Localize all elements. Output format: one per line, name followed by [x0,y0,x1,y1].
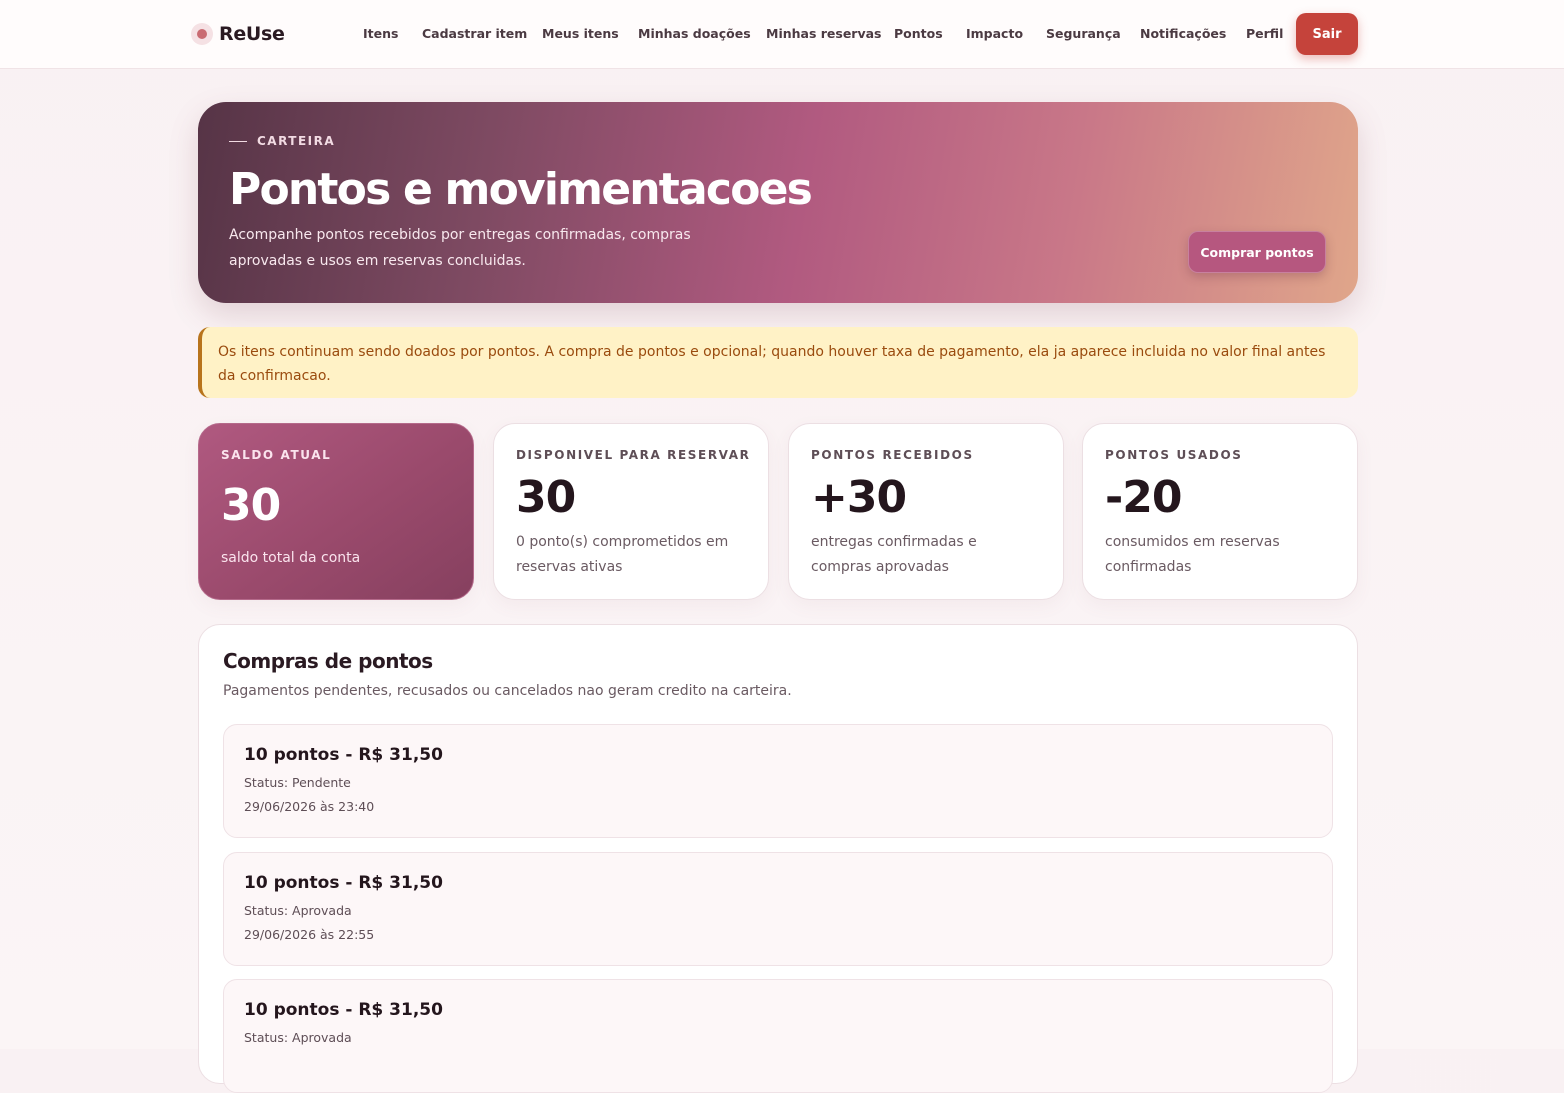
hero-eyebrow-text: CARTEIRA [257,134,336,148]
nav-item-minhas-doacoes[interactable]: Minhas doações [638,22,751,46]
stat-label: PONTOS RECEBIDOS [811,448,974,462]
nav-item-pontos[interactable]: Pontos [894,22,943,46]
stat-description: 0 ponto(s) comprometidos em reservas ati… [516,534,729,575]
eyebrow-line [229,140,247,142]
hero-eyebrow: CARTEIRA [229,134,335,148]
brand-name: ReUse [219,23,285,45]
nav-item-perfil[interactable]: Perfil [1246,22,1283,46]
purchases-title: Compras de pontos [223,649,433,673]
purchase-title: 10 pontos - R$ 31,50 [244,1000,443,1020]
page-title: Pontos e movimentacoes [229,164,813,215]
purchase-title: 10 pontos - R$ 31,50 [244,873,443,893]
stat-label: SALDO ATUAL [221,448,332,462]
nav-item-minhas-reservas[interactable]: Minhas reservas [766,22,882,46]
purchase-status: Status: Aprovada [244,1030,352,1045]
info-notice: Os itens continuam sendo doados por pont… [198,327,1358,398]
stat-card-pontos-usados: PONTOS USADOS -20 consumidos em reservas… [1082,423,1358,600]
stat-card-pontos-recebidos: PONTOS RECEBIDOS +30 entregas confirmada… [788,423,1064,600]
stat-value: +30 [811,472,907,523]
dot-logo-icon [191,23,213,45]
stat-card-saldo-atual: SALDO ATUAL 30 saldo total da conta [198,423,474,600]
buy-points-button[interactable]: Comprar pontos [1188,231,1326,273]
nav-item-notificacoes[interactable]: Notificações [1140,22,1226,46]
purchases-subtitle: Pagamentos pendentes, recusados ou cance… [223,683,792,699]
logout-button[interactable]: Sair [1296,13,1358,55]
nav-item-seguranca[interactable]: Segurança [1046,22,1121,46]
stat-description: entregas confirmadas e compras aprovadas [811,534,977,575]
purchase-status: Status: Aprovada [244,903,352,918]
purchases-panel: Compras de pontos Pagamentos pendentes, … [198,624,1358,1093]
purchase-item: 10 pontos - R$ 31,50 Status: Aprovada [223,979,1333,1093]
stat-value: 30 [221,480,281,531]
purchase-title: 10 pontos - R$ 31,50 [244,745,443,765]
stat-label: PONTOS USADOS [1105,448,1243,462]
stat-card-disponivel: DISPONIVEL PARA RESERVAR 30 0 ponto(s) c… [493,423,769,600]
nav-item-meus-itens[interactable]: Meus itens [542,22,619,46]
brand-logo[interactable]: ReUse [191,20,285,48]
nav-item-cadastrar-item[interactable]: Cadastrar item [422,22,527,46]
purchase-date: 29/06/2026 às 22:55 [244,927,375,942]
stat-label: DISPONIVEL PARA RESERVAR [516,448,751,462]
nav-item-itens[interactable]: Itens [363,22,398,46]
purchase-item: 10 pontos - R$ 31,50 Status: Pendente 29… [223,724,1333,838]
purchase-status: Status: Pendente [244,775,351,790]
purchase-item: 10 pontos - R$ 31,50 Status: Aprovada 29… [223,852,1333,966]
stat-value: -20 [1105,472,1182,523]
top-navigation-bar: ReUse Itens Cadastrar item Meus itens Mi… [0,0,1564,69]
purchase-date: 29/06/2026 às 23:40 [244,799,375,814]
nav-item-impacto[interactable]: Impacto [966,22,1023,46]
wallet-hero: CARTEIRA Pontos e movimentacoes Acompanh… [198,102,1358,303]
stat-value: 30 [516,472,576,523]
stat-description: saldo total da conta [221,550,361,566]
hero-description: Acompanhe pontos recebidos por entregas … [229,227,691,269]
stat-description: consumidos em reservas confirmadas [1105,534,1280,575]
